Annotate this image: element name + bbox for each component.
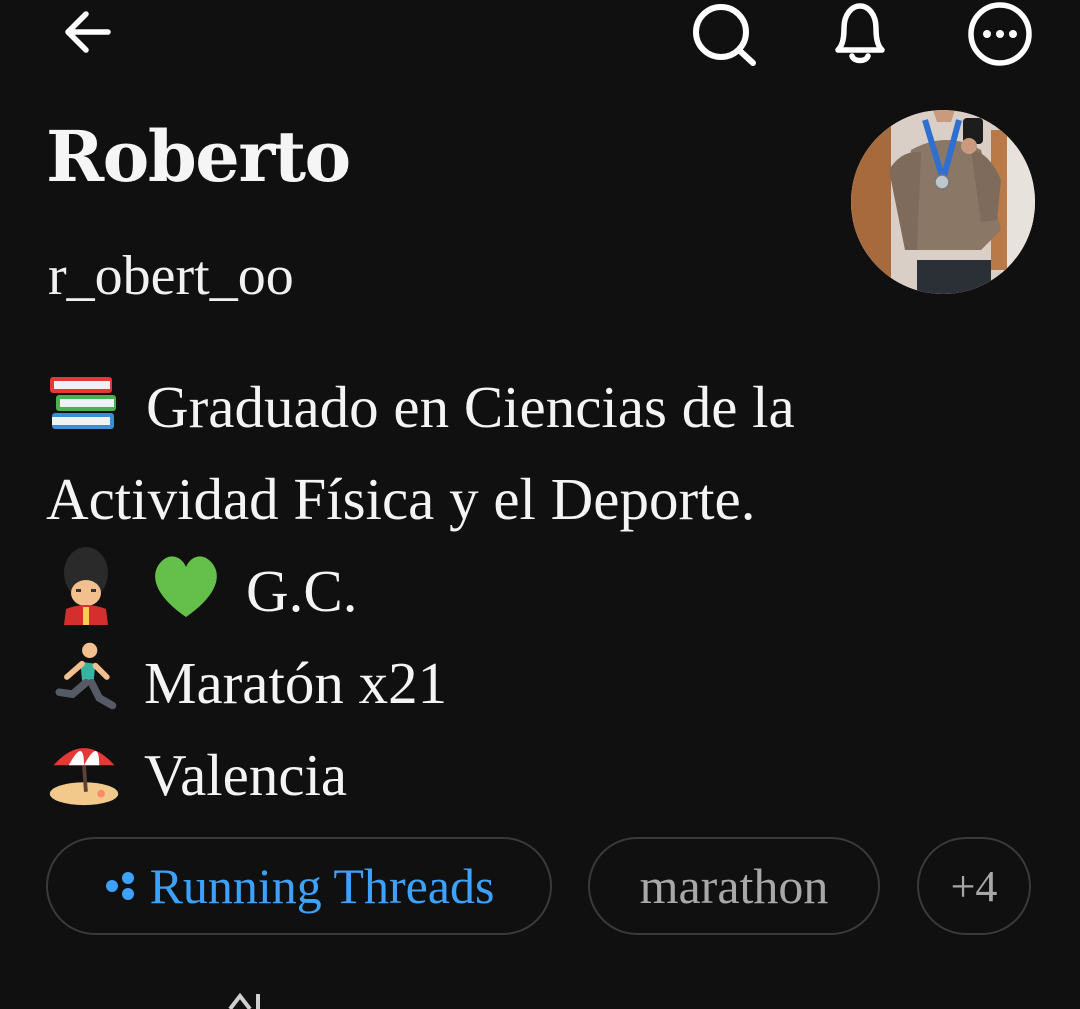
cut-off-glyph [228,992,260,1009]
profile-handle: r_obert_oo [48,245,294,307]
search-icon [693,4,756,66]
avatar[interactable] [851,110,1035,294]
guard-icon [64,547,108,626]
beach-umbrella-icon [49,748,119,806]
marathon-chip[interactable]: marathon [588,837,880,935]
more-tags-label: +4 [950,861,998,911]
bio-text-team: G.C. [246,558,358,625]
more-tags-chip[interactable]: +4 [917,837,1031,935]
bio-line-education: Graduado en Ciencias de la [46,355,795,447]
bio-text-education-2: Actividad Física y el Deporte. [46,466,756,533]
bio-text-location: Valencia [144,742,348,809]
books-icon [50,377,116,430]
arrow-left-icon [65,11,111,53]
profile-photo [851,110,1035,294]
profile-name: Roberto [46,115,351,198]
bio-text-marathon: Maratón x21 [144,650,448,717]
more-horizontal-circle-icon [968,2,1032,66]
search-button[interactable] [688,0,760,70]
notifications-button[interactable] [824,0,896,70]
bio-line-education-cont: Actividad Física y el Deporte. [46,447,755,539]
running-threads-chip[interactable]: Running Threads [46,837,552,935]
top-bar [0,0,1080,80]
more-options-button[interactable] [962,0,1038,70]
cut-off-content [220,992,280,1009]
bio-line-location: Valencia [46,723,347,815]
green-heart-icon [155,556,217,618]
threads-dots-icon [105,872,134,900]
bell-icon [835,3,885,64]
bio-text-education-1: Graduado en Ciencias de la [146,374,795,441]
marathon-label: marathon [639,858,829,914]
bio-line-team: G.C. [46,539,357,631]
person-running-icon [55,643,117,710]
back-button[interactable] [58,4,118,60]
bio-line-marathon: Maratón x21 [46,631,447,723]
running-threads-label: Running Threads [149,858,495,914]
